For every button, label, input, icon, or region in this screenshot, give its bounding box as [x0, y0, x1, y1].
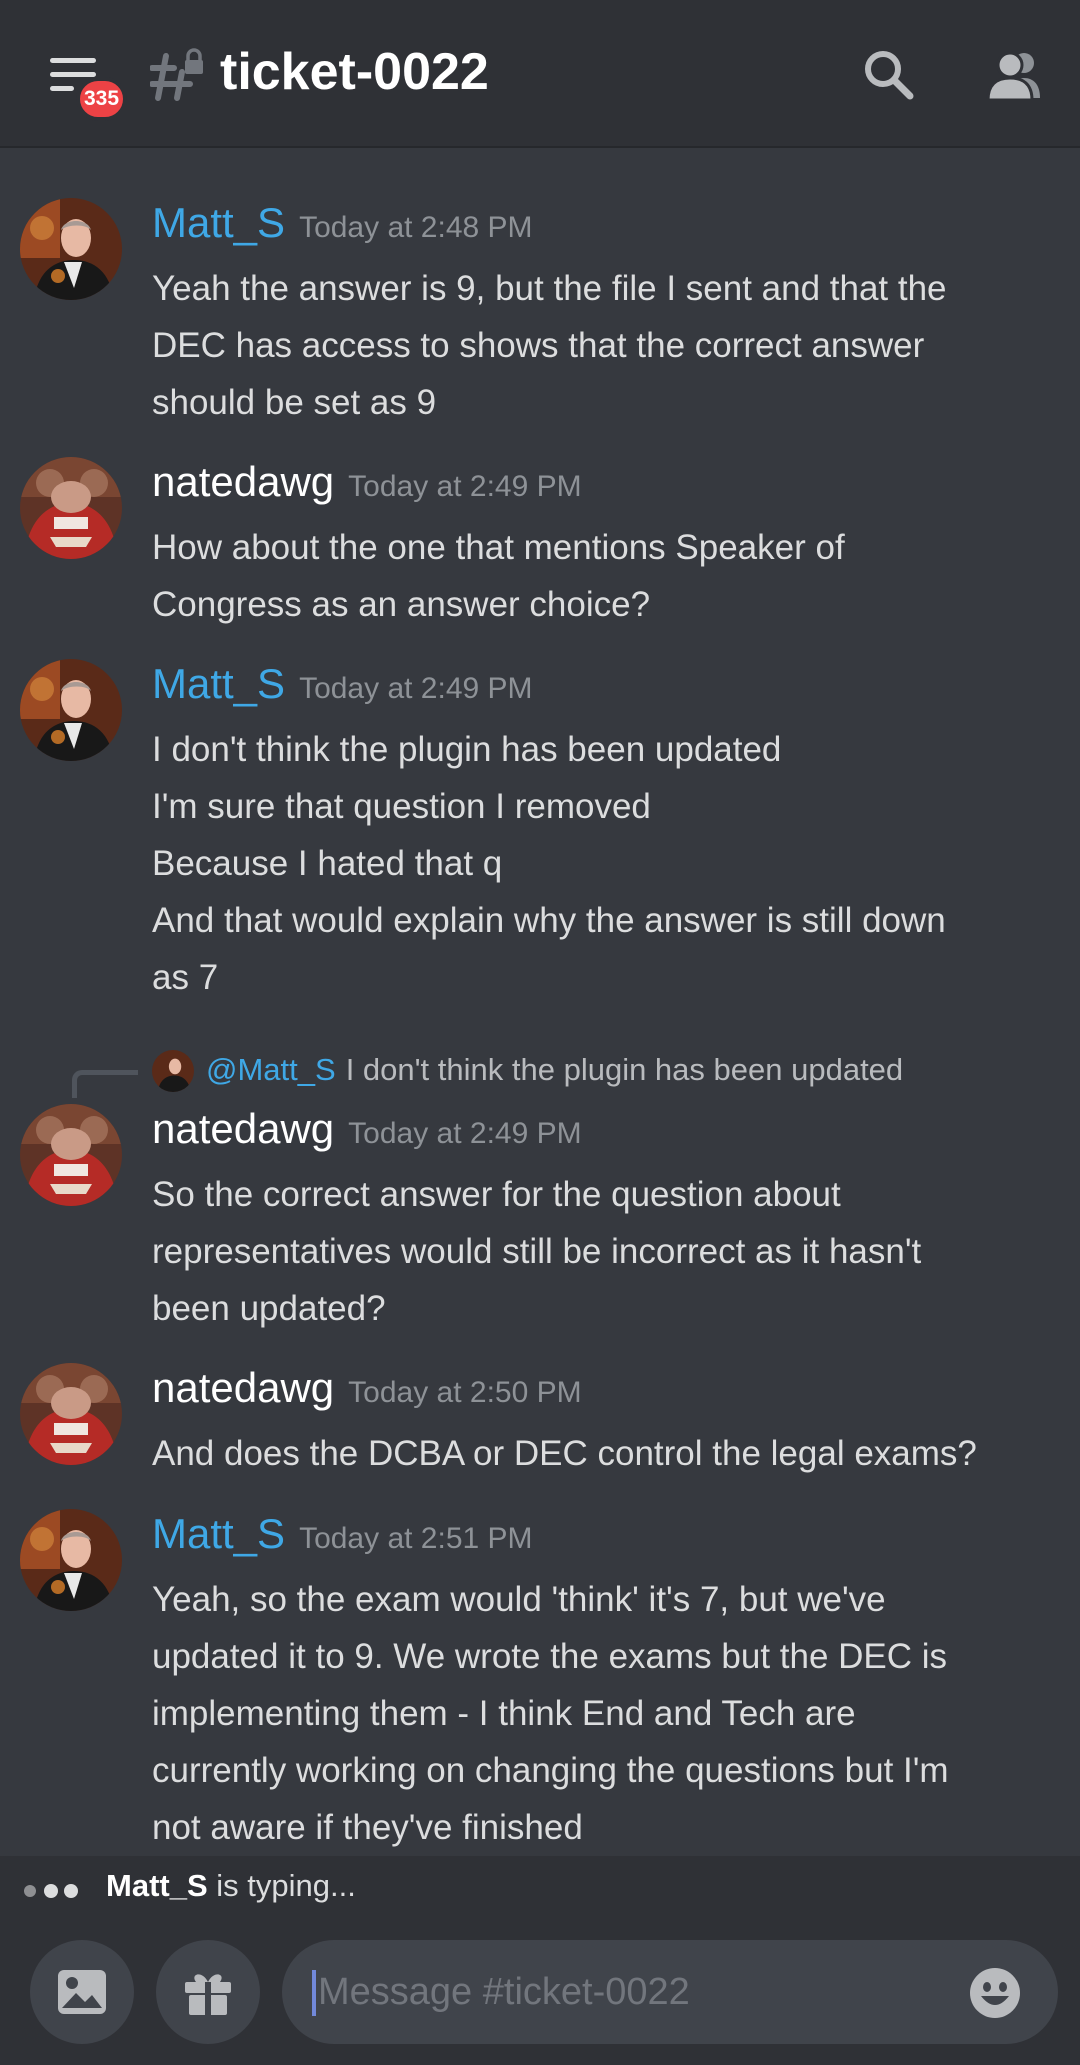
- message-content: And does the DCBA or DEC control the leg…: [152, 1425, 1052, 1482]
- gift-button[interactable]: [156, 1940, 260, 2044]
- cut-off-message-text: incorrect: [152, 148, 286, 150]
- message-line: I'm sure that question I removed: [152, 787, 651, 826]
- menu-button[interactable]: 335: [46, 52, 128, 124]
- message-line: Congress as an answer choice?: [152, 585, 651, 624]
- image-icon: [58, 1970, 106, 2014]
- message-line: been updated?: [152, 1289, 386, 1328]
- emoji-icon[interactable]: [968, 1966, 1022, 2020]
- author-name[interactable]: natedawg: [152, 1105, 334, 1152]
- message-input-wrapper[interactable]: [282, 1940, 1058, 2044]
- members-icon[interactable]: [986, 50, 1046, 100]
- typing-user: Matt_S: [106, 1868, 208, 1903]
- channel-header: 335 ticket-0022: [0, 0, 1080, 148]
- locked-text-channel-icon: [150, 48, 203, 101]
- author-name[interactable]: Matt_S: [152, 199, 285, 246]
- message-content: Yeah the answer is 9, but the file I sen…: [152, 260, 1052, 431]
- message-line: representatives would still be incorrect…: [152, 1232, 922, 1271]
- message-line: So the correct answer for the question a…: [152, 1175, 841, 1214]
- message-meta: Matt_S Today at 2:48 PM: [152, 198, 533, 248]
- message-line: DEC has access to shows that the correct…: [152, 326, 925, 365]
- typing-text: Matt_S is typing...: [106, 1868, 356, 1904]
- reply-avatar: [152, 1050, 194, 1092]
- typing-status: is typing...: [216, 1868, 356, 1903]
- avatar[interactable]: [20, 457, 122, 559]
- message-composer: [0, 1922, 1080, 2065]
- message-meta: Matt_S Today at 2:49 PM: [152, 659, 533, 709]
- message-content: So the correct answer for the question a…: [152, 1166, 1052, 1337]
- timestamp: Today at 2:48 PM: [299, 211, 533, 244]
- attach-image-button[interactable]: [30, 1940, 134, 2044]
- message-content: Yeah, so the exam would 'think' it's 7, …: [152, 1571, 1052, 1856]
- message-line: Yeah, so the exam would 'think' it's 7, …: [152, 1580, 886, 1619]
- timestamp: Today at 2:50 PM: [348, 1376, 582, 1409]
- timestamp: Today at 2:49 PM: [299, 672, 533, 705]
- typing-dots-icon: [24, 1880, 84, 1900]
- typing-indicator: Matt_S is typing...: [0, 1856, 1080, 1922]
- author-name[interactable]: natedawg: [152, 458, 334, 505]
- channel-title: ticket-0022: [220, 43, 489, 101]
- message-line: Yeah the answer is 9, but the file I sen…: [152, 269, 947, 308]
- message-line: as 7: [152, 958, 219, 997]
- message-line: And that would explain why the answer is…: [152, 901, 946, 940]
- message-line: not aware if they've finished: [152, 1808, 583, 1847]
- message-content: How about the one that mentions Speaker …: [152, 519, 1052, 633]
- message-line: How about the one that mentions Speaker …: [152, 528, 845, 567]
- message-line: And does the DCBA or DEC control the leg…: [152, 1434, 977, 1473]
- message-meta: Matt_S Today at 2:51 PM: [152, 1509, 533, 1559]
- avatar[interactable]: [20, 1104, 122, 1206]
- avatar[interactable]: [20, 1509, 122, 1611]
- text-caret: [312, 1970, 316, 2016]
- avatar[interactable]: [20, 1363, 122, 1465]
- message-input[interactable]: [318, 1940, 958, 2044]
- avatar[interactable]: [20, 198, 122, 300]
- message-line: should be set as 9: [152, 383, 437, 422]
- reply-mention[interactable]: @Matt_S: [206, 1052, 336, 1087]
- search-icon[interactable]: [862, 48, 916, 102]
- reply-preview: @Matt_S I don't think the plugin has been…: [206, 1052, 903, 1088]
- timestamp: Today at 2:49 PM: [348, 1117, 582, 1150]
- timestamp: Today at 2:51 PM: [299, 1522, 533, 1555]
- message-line: implementing them - I think End and Tech…: [152, 1694, 856, 1733]
- message-content: I don't think the plugin has been update…: [152, 721, 1052, 1006]
- message-line: Because I hated that q: [152, 844, 503, 883]
- message-line: updated it to 9. We wrote the exams but …: [152, 1637, 948, 1676]
- author-name[interactable]: Matt_S: [152, 1510, 285, 1557]
- author-name[interactable]: Matt_S: [152, 660, 285, 707]
- reply-reference[interactable]: @Matt_S I don't think the plugin has been…: [0, 1046, 1080, 1098]
- message-list[interactable]: incorrect Matt_S Today at 2:48 PM Yeah th…: [0, 148, 1080, 1856]
- message-meta: natedawg Today at 2:50 PM: [152, 1363, 582, 1413]
- avatar[interactable]: [20, 659, 122, 761]
- notification-badge: 335: [76, 77, 128, 121]
- message-meta: natedawg Today at 2:49 PM: [152, 1104, 582, 1154]
- message-meta: natedawg Today at 2:49 PM: [152, 457, 582, 507]
- message-line: I don't think the plugin has been update…: [152, 730, 782, 769]
- reply-spine: [72, 1070, 138, 1098]
- timestamp: Today at 2:49 PM: [348, 470, 582, 503]
- reply-excerpt: I don't think the plugin has been update…: [345, 1052, 904, 1087]
- gift-icon: [185, 1974, 231, 2015]
- message-line: currently working on changing the questi…: [152, 1751, 949, 1790]
- author-name[interactable]: natedawg: [152, 1364, 334, 1411]
